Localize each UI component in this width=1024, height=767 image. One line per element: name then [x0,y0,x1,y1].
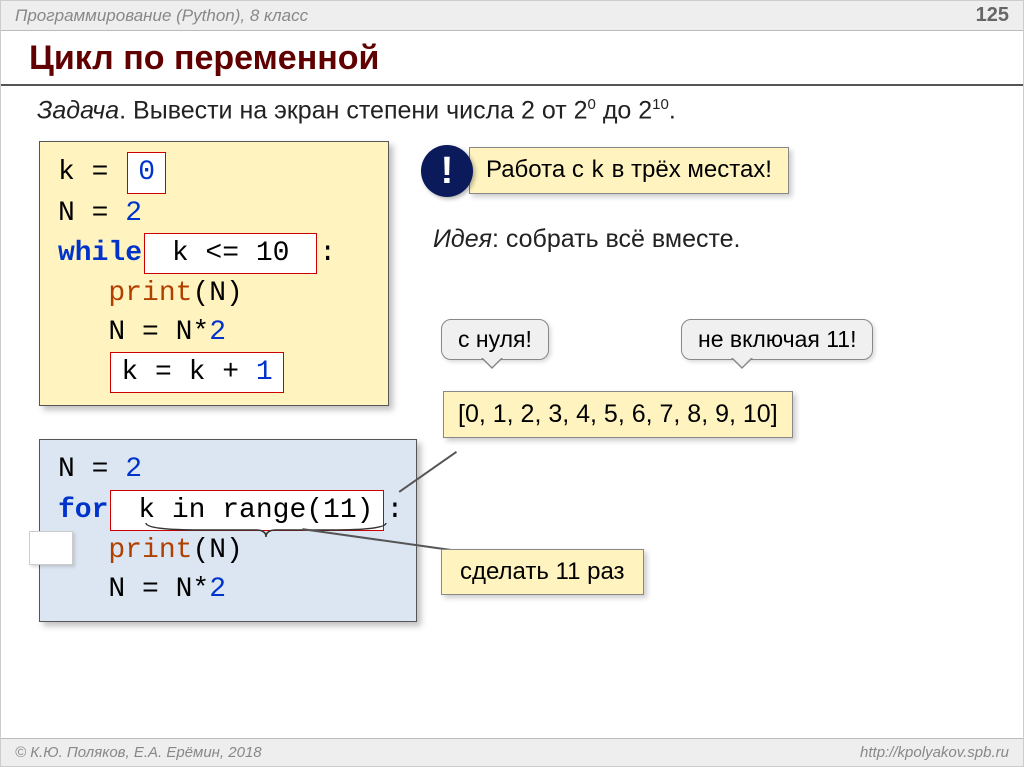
task-label: Задача [37,96,119,124]
footer-url: http://kpolyakov.spb.ru [860,744,1009,761]
attention-note: Работа с k в трёх местах! [469,147,789,194]
header-bar: Программирование (Python), 8 класс 125 [1,1,1023,31]
sequence-box: [0, 1, 2, 3, 4, 5, 6, 7, 8, 9, 10] [443,391,793,438]
footer-bar: © К.Ю. Поляков, Е.А. Ерёмин, 2018 http:/… [1,738,1023,766]
slide: Программирование (Python), 8 класс 125 Ц… [0,0,1024,767]
callout-not-including-eleven: не включая 11! [681,319,873,360]
content-area: k = 0 N = 2 while k <= 10 : print(N) N =… [1,131,1023,701]
course-label: Программирование (Python), 8 класс [15,6,308,26]
callout-do-eleven: сделать 11 раз [441,549,644,595]
blank-patch [29,531,73,565]
callout-from-zero: с нуля! [441,319,549,360]
title-bar: Цикл по переменной [1,31,1023,86]
code-block-while: k = 0 N = 2 while k <= 10 : print(N) N =… [39,141,389,406]
page-number: 125 [976,4,1009,27]
footer-copyright: © К.Ю. Поляков, Е.А. Ерёмин, 2018 [15,744,262,761]
slide-title: Цикл по переменной [29,39,995,78]
attention-icon: ! [421,145,473,197]
idea-line: Идея: собрать всё вместе. [433,225,741,254]
task-line: Задача. Вывести на экран степени числа 2… [1,86,1023,131]
